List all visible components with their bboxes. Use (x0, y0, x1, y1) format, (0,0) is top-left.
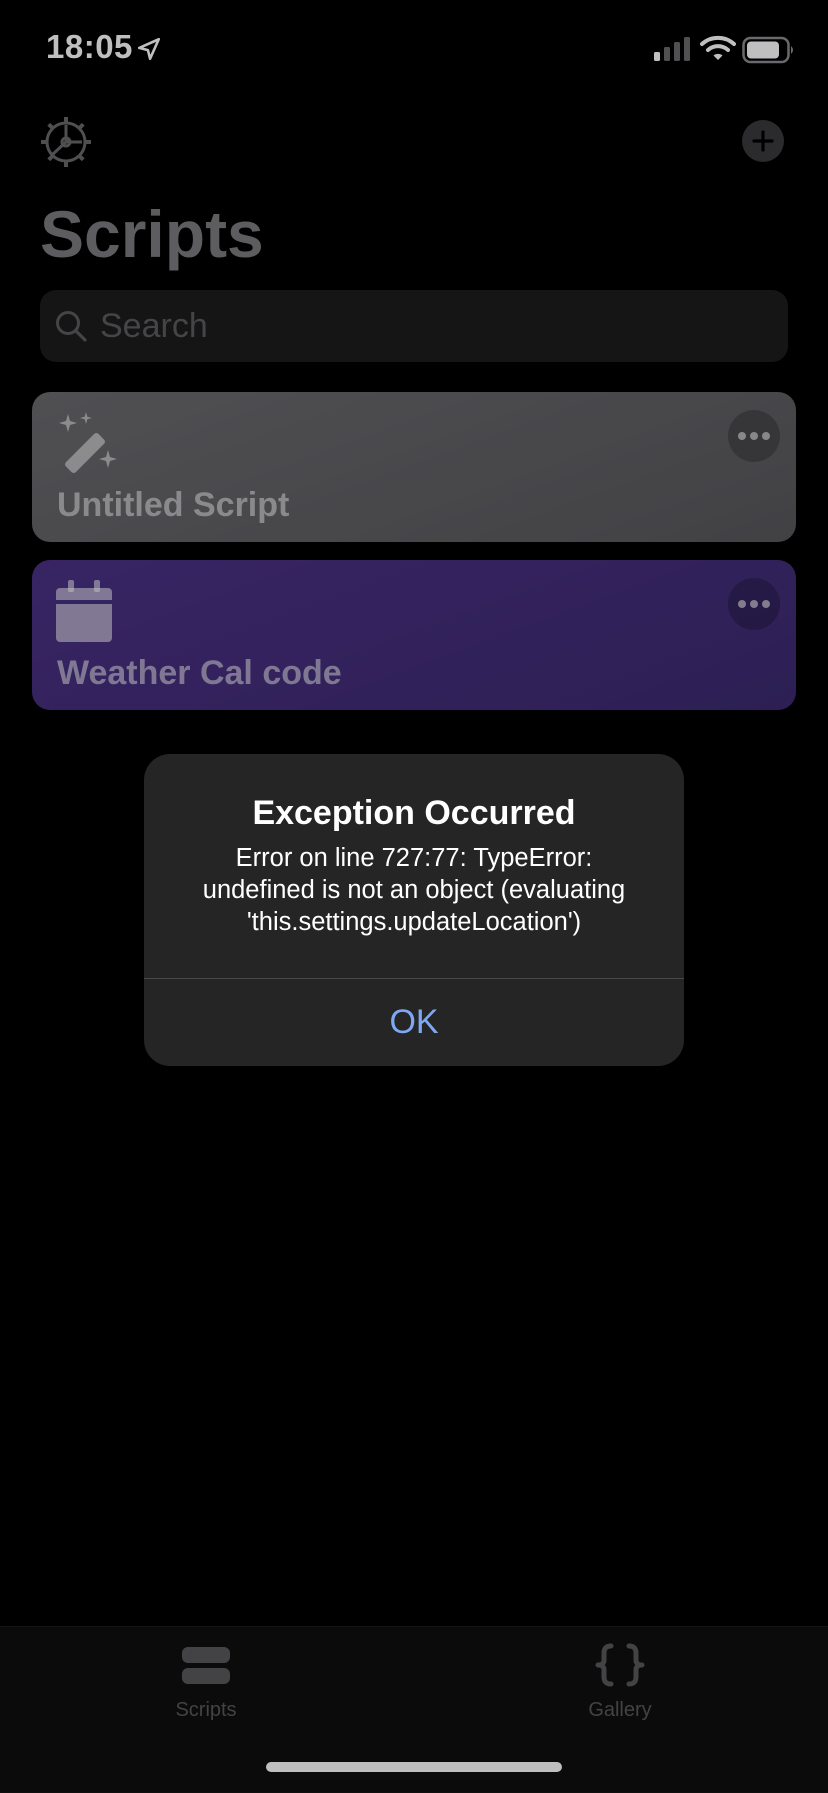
alert-ok-button[interactable]: OK (144, 979, 684, 1066)
alert-title: Exception Occurred (252, 794, 576, 832)
exception-alert: Exception Occurred Error on line 727:77:… (144, 754, 684, 1066)
alert-message: Error on line 727:77: TypeError: undefin… (202, 844, 626, 936)
